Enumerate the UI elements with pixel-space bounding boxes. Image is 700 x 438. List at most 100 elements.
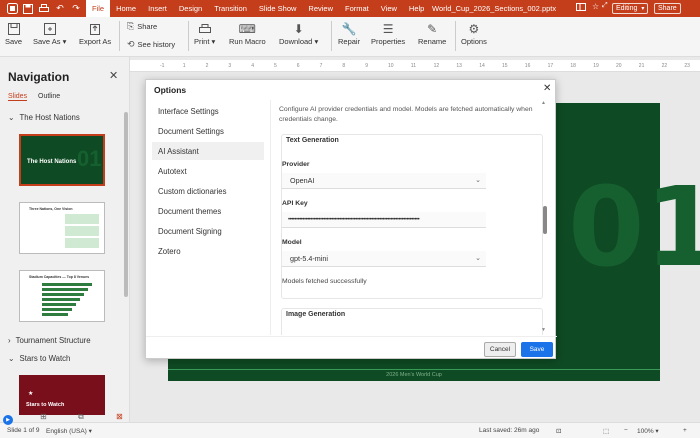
save-button[interactable]: Save xyxy=(5,21,22,46)
editing-mode-button[interactable]: Editing ▾ xyxy=(612,3,649,14)
print-button[interactable]: Print ▾ xyxy=(194,21,215,46)
slide-thumbnail-1[interactable]: The Host Nations 01 xyxy=(19,134,105,186)
zoom-level[interactable]: 100% ▾ xyxy=(637,427,659,435)
api-key-input[interactable]: ••••••••••••••••••••••••••••••••••••••••… xyxy=(282,212,486,228)
share-button[interactable]: Share xyxy=(654,3,681,14)
ruler-tick: 22 xyxy=(661,63,668,69)
save-button[interactable]: Save xyxy=(521,342,553,357)
repair-button[interactable]: 🔧 Repair xyxy=(338,21,360,46)
duplicate-slide-icon[interactable]: ⧉ xyxy=(78,412,84,422)
chevron-down-icon: ⌄ xyxy=(8,113,15,122)
sidebar-item-zotero[interactable]: Zotero xyxy=(152,242,264,260)
menu-view[interactable]: View xyxy=(375,0,403,17)
save-as-button[interactable]: Save As ▾ xyxy=(33,21,66,46)
fit-width-icon[interactable]: ⬚ xyxy=(603,427,609,435)
section-host-nations[interactable]: ⌄ The Host Nations xyxy=(8,113,80,122)
section-tournament-structure[interactable]: › Tournament Structure xyxy=(8,336,91,345)
thumb-title: The Host Nations xyxy=(27,159,77,165)
properties-button[interactable]: ☰ Properties xyxy=(371,21,405,46)
sidebar-item-document-signing[interactable]: Document Signing xyxy=(152,222,264,240)
language-selector[interactable]: English (USA) ▾ xyxy=(46,427,92,435)
options-icon: ⚙ xyxy=(468,22,480,36)
options-button[interactable]: ⚙ Options xyxy=(461,21,487,46)
close-icon[interactable]: ✕ xyxy=(543,83,551,94)
menu-transition[interactable]: Transition xyxy=(208,0,253,17)
tab-outline[interactable]: Outline xyxy=(38,93,60,100)
ribbon-separator xyxy=(119,21,120,51)
slide-thumbnail-2[interactable]: Three Nations, One Vision xyxy=(19,202,105,254)
menu-help[interactable]: Help xyxy=(403,0,430,17)
print-icon[interactable] xyxy=(36,0,52,17)
app-logo-icon xyxy=(4,0,20,17)
export-as-button[interactable]: Export As xyxy=(79,21,111,46)
sidebar-item-document-themes[interactable]: Document themes xyxy=(152,202,264,220)
menu-insert[interactable]: Insert xyxy=(142,0,173,17)
zoom-in-icon[interactable]: + xyxy=(683,427,687,434)
share-ribbon-label: Share xyxy=(137,22,158,31)
add-slide-icon[interactable]: ⊞ xyxy=(40,412,47,421)
provider-select[interactable]: OpenAI ⌄ xyxy=(282,173,486,189)
ruler-tick: 15 xyxy=(502,63,508,69)
menu-file[interactable]: File xyxy=(86,0,111,17)
chevron-down-icon: ▾ xyxy=(641,6,645,12)
see-history-button[interactable]: ⟲ See history xyxy=(127,39,175,50)
menu-home[interactable]: Home xyxy=(110,0,142,17)
fit-slide-icon[interactable]: ⊡ xyxy=(556,427,561,435)
menu-design[interactable]: Design xyxy=(173,0,208,17)
slide-thumbnail-3[interactable]: Stadium Capacities — Top 8 Venues xyxy=(19,270,105,322)
navigation-scrollbar[interactable] xyxy=(124,112,128,297)
sidebar-item-custom-dictionaries[interactable]: Custom dictionaries xyxy=(152,182,264,200)
chevron-right-icon: › xyxy=(8,336,11,345)
scroll-down-icon[interactable]: ▼ xyxy=(541,327,546,333)
play-icon[interactable]: ▶ xyxy=(3,415,13,425)
slide-footer: 2026 Men's World Cup xyxy=(168,369,660,381)
sidebar-item-autotext[interactable]: Autotext xyxy=(152,162,264,180)
section-label: The Host Nations xyxy=(19,113,80,122)
export-icon xyxy=(89,21,101,37)
ruler-tick: -1 xyxy=(160,63,165,69)
delete-slide-icon[interactable]: ⊠ xyxy=(116,412,123,421)
thumb-bar xyxy=(42,308,72,311)
text-generation-card: Text Generation Provider OpenAI ⌄ API Ke… xyxy=(281,134,543,299)
rename-button[interactable]: ✎ Rename xyxy=(418,21,446,46)
wrench-icon: 🔧 xyxy=(341,22,357,36)
sidebar-item-interface-settings[interactable]: Interface Settings xyxy=(152,102,264,120)
ruler-tick: 3 xyxy=(228,63,232,69)
thumb-bar xyxy=(42,303,76,306)
ruler-tick: 13 xyxy=(456,63,462,69)
close-icon[interactable]: ✕ xyxy=(109,69,118,82)
ruler-tick: 12 xyxy=(433,63,440,69)
menu-review[interactable]: Review xyxy=(302,0,339,17)
ruler-tick: 19 xyxy=(593,63,599,69)
model-fetch-status: Models fetched successfully xyxy=(282,278,367,285)
dialog-scrollbar[interactable] xyxy=(543,206,547,234)
undo-icon[interactable]: ↶ xyxy=(52,0,68,17)
dialog-footer: Cancel Save xyxy=(146,336,557,360)
share-ribbon-button[interactable]: ⎘ Share xyxy=(127,21,157,32)
thumb-bar xyxy=(42,298,80,301)
zoom-out-icon[interactable]: − xyxy=(624,427,628,434)
model-select[interactable]: gpt-5.4-mini ⌄ xyxy=(282,251,486,267)
download-button[interactable]: ⬇ Download ▾ xyxy=(279,21,318,46)
scroll-up-icon[interactable]: ▲ xyxy=(541,100,546,106)
menu-format[interactable]: Format xyxy=(339,0,375,17)
cancel-button[interactable]: Cancel xyxy=(484,342,516,357)
sidebar-item-document-settings[interactable]: Document Settings xyxy=(152,122,264,140)
section-stars-to-watch[interactable]: ⌄ Stars to Watch xyxy=(8,354,70,363)
slide-thumbnail-4[interactable]: ★ Stars to Watch xyxy=(19,375,105,415)
sidebar-toggle-icon[interactable] xyxy=(576,2,586,12)
sidebar-item-ai-assistant[interactable]: AI Assistant xyxy=(152,142,264,160)
save-icon[interactable] xyxy=(20,0,36,17)
menu-slide-show[interactable]: Slide Show xyxy=(253,0,303,17)
star-icon[interactable]: ☆ xyxy=(592,2,599,11)
thumb-bar xyxy=(42,313,68,316)
fullscreen-icon[interactable]: ⤢ xyxy=(602,2,608,10)
slide-big-number: 01 xyxy=(568,163,700,291)
star-icon: ★ xyxy=(28,391,34,397)
redo-icon[interactable]: ↷ xyxy=(68,0,84,17)
title-bar: ↶ ↷ File Home Insert Design Transition S… xyxy=(0,0,700,17)
ruler-tick: 21 xyxy=(638,63,645,69)
options-label: Options xyxy=(461,37,487,46)
run-macro-button[interactable]: ⌨ Run Macro xyxy=(229,21,266,46)
tab-slides[interactable]: Slides xyxy=(8,93,28,101)
